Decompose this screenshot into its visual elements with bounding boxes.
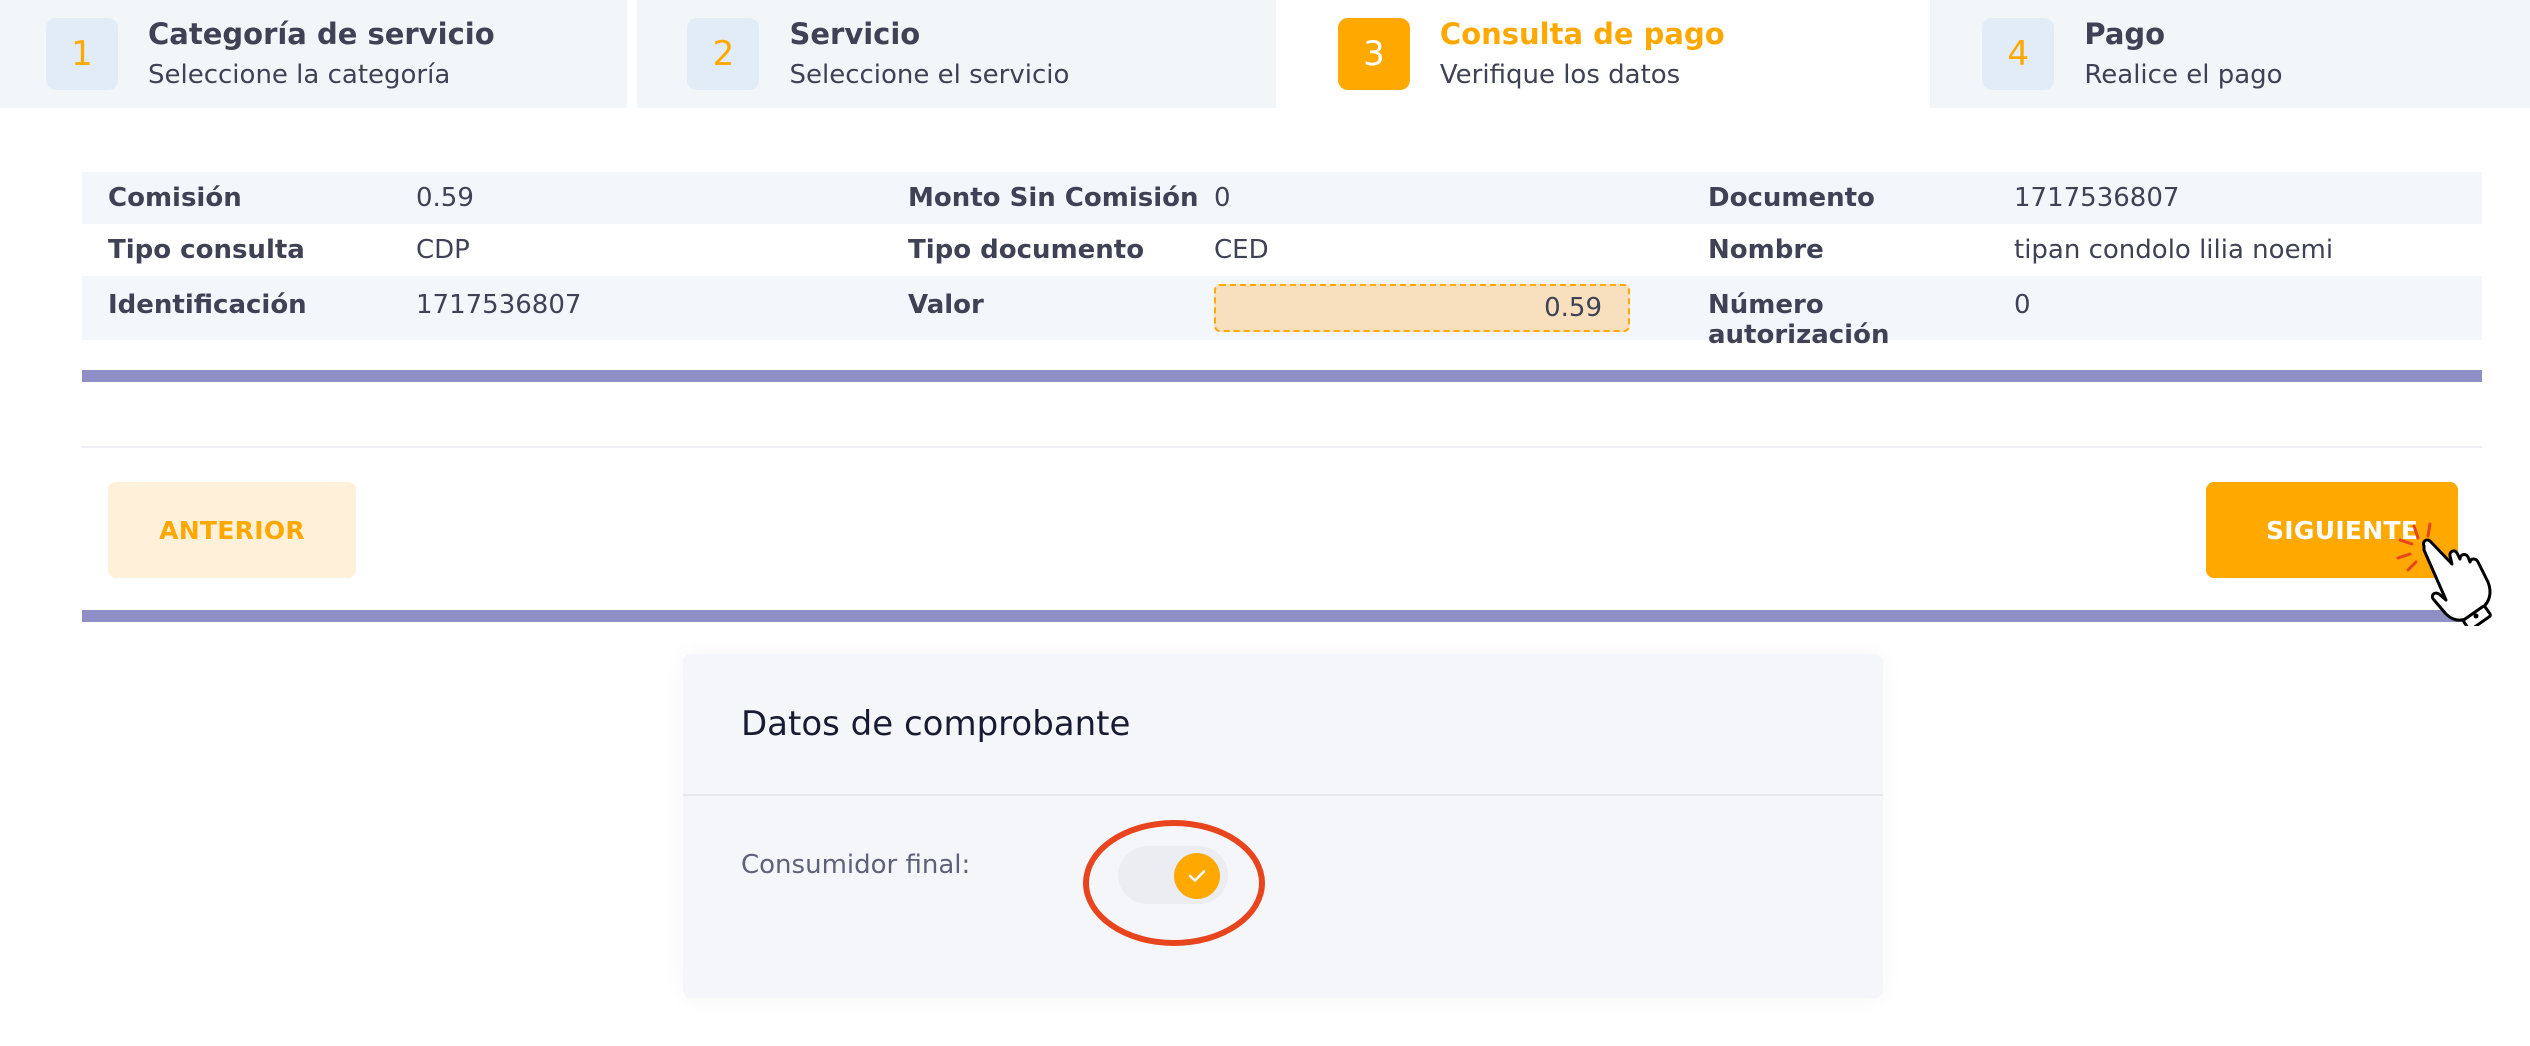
tipo-consulta-label: Tipo consulta — [108, 235, 305, 265]
valor-input[interactable]: 0.59 — [1214, 284, 1630, 332]
step-title: Categoría de servicio — [148, 17, 495, 51]
nombre-label: Nombre — [1708, 235, 1824, 265]
tipo-consulta-value: CDP — [416, 235, 470, 265]
nombre-value: tipan condolo lilia noemi — [2014, 235, 2334, 265]
payment-details-table: Comisión 0.59 Monto Sin Comisión 0 Docum… — [82, 172, 2482, 350]
step-title: Consulta de pago — [1439, 17, 1725, 51]
wizard-stepper: 1 Categoría de servicio Seleccione la ca… — [0, 0, 2530, 110]
tipo-documento-value: CED — [1214, 235, 1269, 265]
step-consulta-de-pago[interactable]: 3 Consulta de pago Verifique los datos — [1285, 0, 1921, 110]
identificacion-label: Identificación — [108, 290, 307, 320]
step-subtitle: Seleccione la categoría — [148, 60, 451, 90]
step-categoria[interactable]: 1 Categoría de servicio Seleccione la ca… — [0, 0, 628, 108]
monto-label: Monto Sin Comisión — [908, 183, 1199, 213]
highlight-ring — [1083, 820, 1265, 946]
section-divider-bar — [82, 610, 2482, 622]
step-subtitle: Verifique los datos — [1439, 60, 1681, 90]
comision-value: 0.59 — [416, 183, 474, 213]
documento-label: Documento — [1708, 183, 1875, 213]
step-pago[interactable]: 4 Pago Realice el pago — [1930, 0, 2530, 108]
step-subtitle: Realice el pago — [2084, 60, 2283, 90]
step-servicio[interactable]: 2 Servicio Seleccione el servicio — [637, 0, 1276, 108]
card-separator — [683, 794, 1883, 796]
hand-pointer-icon — [2396, 522, 2492, 626]
step-number: 4 — [1982, 18, 2055, 90]
section-divider-bar — [82, 370, 2482, 382]
details-row: Comisión 0.59 Monto Sin Comisión 0 Docum… — [82, 172, 2482, 224]
comprobante-card: Datos de comprobante Consumidor final: — [683, 654, 1883, 998]
step-number: 2 — [687, 18, 760, 90]
autorizacion-label: Número autorización — [1708, 290, 1890, 350]
step-title: Pago — [2084, 17, 2166, 51]
valor-cell: 0.59 — [1214, 284, 1682, 332]
documento-value: 1717536807 — [2014, 183, 2180, 213]
anterior-button[interactable]: ANTERIOR — [108, 482, 356, 578]
identificacion-value: 1717536807 — [416, 290, 582, 320]
divider-line — [82, 446, 2482, 448]
step-number: 3 — [1337, 18, 1410, 90]
step-title: Servicio — [789, 17, 921, 51]
valor-label: Valor — [908, 290, 984, 320]
details-row: Identificación 1717536807 Valor 0.59 Núm… — [82, 276, 2482, 350]
monto-value: 0 — [1214, 183, 1231, 213]
autorizacion-value: 0 — [2014, 290, 2031, 320]
step-number: 1 — [46, 18, 118, 90]
card-title: Datos de comprobante — [741, 704, 1131, 744]
step-subtitle: Seleccione el servicio — [789, 60, 1070, 90]
details-row: Tipo consulta CDP Tipo documento CED Nom… — [82, 224, 2482, 276]
consumidor-final-label: Consumidor final: — [741, 850, 971, 880]
tipo-documento-label: Tipo documento — [908, 235, 1145, 265]
comision-label: Comisión — [108, 183, 242, 213]
